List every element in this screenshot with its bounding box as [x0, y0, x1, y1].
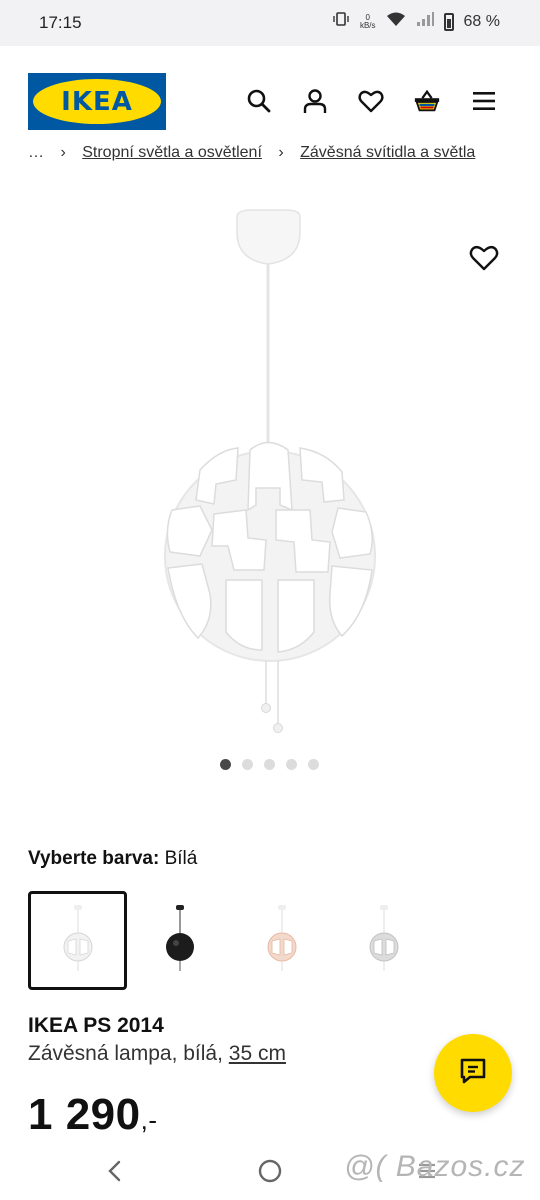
swatch-white[interactable]: [28, 891, 127, 990]
logo-text: IKEA: [61, 86, 133, 117]
color-selected-value: Bílá: [164, 848, 198, 869]
chat-icon: [458, 1056, 488, 1091]
vibrate-icon: [332, 11, 350, 32]
wifi-icon: [386, 11, 406, 32]
battery-level: 68 %: [463, 12, 500, 30]
product-size-link[interactable]: 35 cm: [229, 1042, 286, 1065]
color-label-prefix: Vyberte barva:: [28, 848, 160, 869]
menu-icon[interactable]: [470, 87, 498, 115]
product-description-text: Závěsná lampa, bílá,: [28, 1042, 223, 1065]
status-icons: 0 kB/s 68 %: [332, 11, 500, 32]
back-icon[interactable]: [100, 1156, 130, 1186]
basket-icon[interactable]: [413, 87, 441, 115]
product-price: 1 290,-: [28, 1090, 158, 1140]
gallery-dot[interactable]: [308, 759, 319, 770]
breadcrumb-ellipsis[interactable]: …: [28, 144, 44, 161]
gallery-dot[interactable]: [220, 759, 231, 770]
breadcrumb-item-ceiling-lights[interactable]: Stropní světla a osvětlení: [82, 144, 262, 161]
gallery-pagination: [220, 759, 319, 770]
watermark: @( Bazos.cz: [344, 1150, 526, 1183]
product-image[interactable]: [0, 180, 540, 750]
gallery-dot[interactable]: [264, 759, 275, 770]
price-value: 1 290: [28, 1090, 141, 1139]
color-swatches: [28, 891, 436, 990]
swatch-white-orange[interactable]: [232, 891, 331, 990]
status-time: 17:15: [39, 13, 82, 32]
gallery-dot[interactable]: [286, 759, 297, 770]
color-selector-label: Vyberte barva: Bílá: [28, 848, 197, 870]
net-speed: 0 kB/s: [359, 13, 376, 30]
breadcrumb-item-pendant-lamps[interactable]: Závěsná svítidla a světla: [300, 144, 475, 161]
search-icon[interactable]: [245, 87, 273, 115]
gallery-dot[interactable]: [242, 759, 253, 770]
logo-oval: IKEA: [33, 79, 161, 124]
breadcrumb-separator: ›: [60, 144, 66, 161]
signal-icon: [416, 11, 434, 32]
swatch-white-silver[interactable]: [334, 891, 433, 990]
net-speed-unit: kB/s: [359, 20, 376, 30]
breadcrumb: … › Stropní světla a osvětlení › Závěsná…: [28, 144, 528, 164]
ikea-logo[interactable]: IKEA: [28, 73, 166, 130]
status-bar: 17:15 0 kB/s 68 %: [0, 0, 540, 46]
breadcrumb-separator: ›: [278, 144, 284, 161]
wishlist-icon[interactable]: [357, 87, 385, 115]
product-description: Závěsná lampa, bílá, 35 cm: [28, 1042, 286, 1066]
header: IKEA: [0, 46, 540, 150]
chat-button[interactable]: [434, 1034, 512, 1112]
home-icon[interactable]: [255, 1156, 285, 1186]
battery-icon: [443, 12, 454, 31]
account-icon[interactable]: [301, 87, 329, 115]
add-to-wishlist-button[interactable]: [469, 244, 499, 274]
price-suffix: ,-: [140, 1105, 158, 1135]
swatch-black[interactable]: [130, 891, 229, 990]
product-name: IKEA PS 2014: [28, 1014, 164, 1037]
